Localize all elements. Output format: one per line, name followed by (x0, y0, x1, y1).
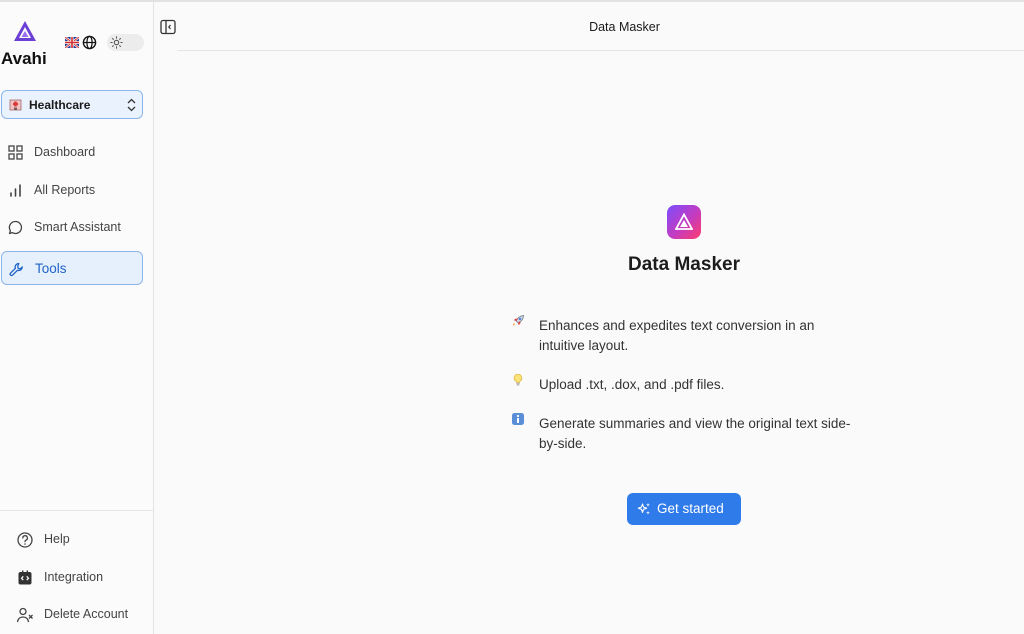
sidebar-item-label: All Reports (34, 183, 96, 197)
uk-flag-icon[interactable] (65, 37, 79, 48)
sidebar-item-all-reports[interactable]: All Reports (1, 173, 143, 207)
brand-name: Avahi (1, 49, 47, 68)
chevron-up-down-icon (127, 98, 136, 112)
feature-text: Generate summaries and view the original… (539, 416, 851, 451)
sidebar-item-label: Smart Assistant (34, 220, 121, 234)
bar-chart-icon (10, 184, 21, 197)
globe-icon[interactable] (82, 35, 97, 50)
sidebar-item-label: Tools (35, 261, 67, 276)
sidebar-item-integration[interactable]: Integration (16, 567, 151, 589)
sidebar-collapse-icon[interactable] (160, 19, 176, 35)
sidebar-item-dashboard[interactable]: Dashboard (1, 135, 143, 169)
sidebar-divider (0, 510, 153, 511)
feature-text: Enhances and expedites text conversion i… (539, 318, 815, 353)
sidebar-item-tools[interactable]: Tools (1, 251, 143, 285)
sidebar-item-label: Integration (44, 570, 104, 584)
sun-icon (110, 36, 123, 49)
tool-title: Data Masker (628, 254, 740, 275)
user-remove-icon (16, 607, 33, 623)
info-icon (511, 412, 527, 428)
get-started-button[interactable]: Get started (627, 493, 741, 525)
lightbulb-icon (511, 373, 527, 389)
grid-icon (8, 145, 23, 160)
avahi-triangle-icon (675, 213, 693, 230)
wrench-icon (9, 262, 23, 277)
get-started-label: Get started (657, 501, 724, 516)
page-title: Data Masker (589, 20, 660, 34)
industry-label: Healthcare (29, 98, 91, 112)
rocket-icon (511, 314, 527, 330)
sidebar-item-label: Delete Account (44, 607, 129, 621)
header: Data Masker (177, 2, 1024, 51)
theme-toggle[interactable] (107, 34, 144, 51)
sidebar-item-smart-assistant[interactable]: Smart Assistant (1, 210, 143, 244)
code-icon (18, 570, 32, 585)
feature-text: Upload .txt, .dox, and .pdf files. (539, 377, 725, 392)
sidebar-item-label: Dashboard (34, 145, 96, 159)
sparkle-icon (637, 503, 650, 515)
question-circle-icon (17, 532, 33, 548)
chat-bubble-icon (8, 220, 23, 235)
sidebar: Avahi Healthcare Dashboard All Reports S… (0, 2, 154, 634)
avahi-logo-icon[interactable] (13, 20, 37, 42)
hospital-icon (9, 99, 22, 111)
sidebar-item-help[interactable]: Help (16, 529, 151, 551)
industry-selector[interactable]: Healthcare (1, 90, 143, 119)
data-masker-app-icon (667, 205, 701, 239)
sidebar-item-delete-account[interactable]: Delete Account (16, 604, 151, 626)
sidebar-item-label: Help (44, 532, 70, 546)
